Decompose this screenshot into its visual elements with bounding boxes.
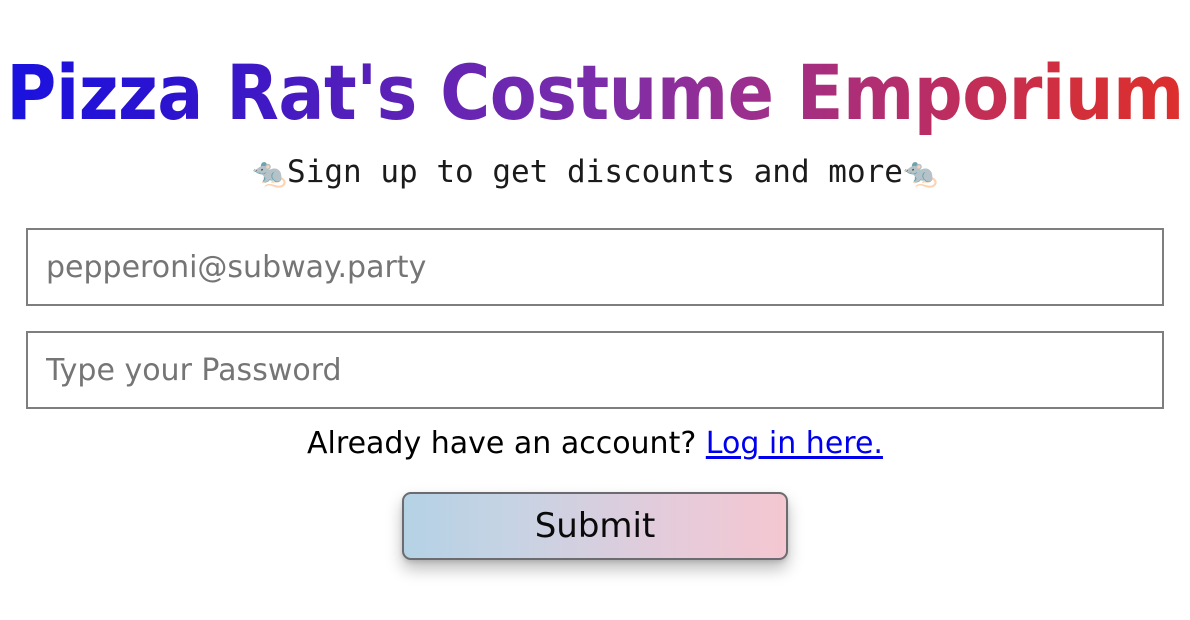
subtitle-text: Sign up to get discounts and more xyxy=(287,154,903,190)
submit-button-container: Submit xyxy=(0,492,1190,560)
rat-icon-right: 🐀 xyxy=(902,156,938,189)
page-title: Pizza Rat's Costume Emporium xyxy=(0,48,1190,138)
signup-page: Pizza Rat's Costume Emporium 🐀Sign up to… xyxy=(0,0,1190,620)
submit-button[interactable]: Submit xyxy=(402,492,788,560)
email-input[interactable] xyxy=(26,228,1164,306)
password-input[interactable] xyxy=(26,331,1164,409)
log-in-here-link[interactable]: Log in here. xyxy=(706,426,883,461)
rat-icon-left: 🐀 xyxy=(252,156,288,189)
login-prompt-text: Already have an account? xyxy=(307,426,706,461)
login-prompt-line: Already have an account? Log in here. xyxy=(0,424,1190,464)
page-subtitle: 🐀Sign up to get discounts and more🐀 xyxy=(0,152,1190,193)
